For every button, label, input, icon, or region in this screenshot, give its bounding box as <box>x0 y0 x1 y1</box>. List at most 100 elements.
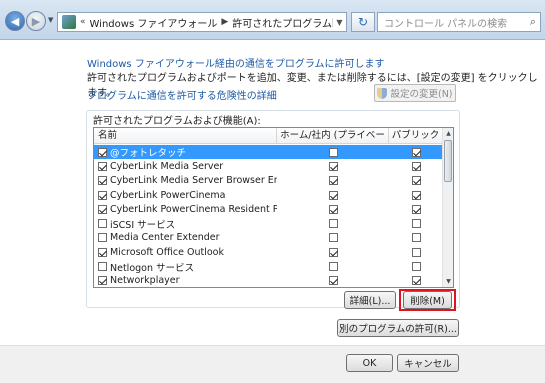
column-header-public[interactable]: パブリック <box>389 128 443 144</box>
program-enabled-checkbox[interactable] <box>98 247 107 257</box>
cancel-button[interactable]: キャンセル <box>397 354 459 372</box>
list-item[interactable]: CyberLink Media Server <box>94 159 443 173</box>
program-enabled-checkbox[interactable] <box>98 276 107 286</box>
refresh-button[interactable]: ↻ <box>351 12 375 32</box>
program-name: Networkplayer <box>110 275 180 287</box>
program-name-cell: Media Center Extender <box>94 232 277 243</box>
column-header-name[interactable]: 名前 <box>94 128 277 144</box>
public-network-checkbox[interactable] <box>411 262 421 272</box>
program-enabled-checkbox[interactable] <box>98 161 107 171</box>
private-network-checkbox[interactable] <box>328 176 338 186</box>
forward-arrow-icon: ▶ <box>31 14 41 28</box>
list-rows: @フォトレタッチ CyberLink Media Server CyberLink … <box>94 145 443 287</box>
program-name: CyberLink Media Server Browser Engine <box>110 175 277 187</box>
program-enabled-checkbox[interactable] <box>98 219 107 229</box>
private-cell <box>277 233 389 243</box>
private-cell <box>277 219 389 229</box>
private-network-checkbox[interactable] <box>328 219 338 229</box>
list-item[interactable]: Networkplayer <box>94 274 443 287</box>
list-item[interactable]: Microsoft Office Outlook <box>94 245 443 259</box>
program-name: CyberLink PowerCinema Resident Program <box>110 203 277 215</box>
program-name-cell: CyberLink Media Server <box>94 161 277 172</box>
private-cell <box>277 262 389 272</box>
uac-shield-icon <box>377 87 388 99</box>
program-name: Media Center Extender <box>110 232 220 244</box>
column-header-private[interactable]: ホーム/社内 (プライベート) <box>277 128 389 157</box>
ok-button[interactable]: OK <box>346 354 393 372</box>
public-network-checkbox[interactable] <box>411 147 421 157</box>
private-network-checkbox[interactable] <box>328 247 338 257</box>
search-icon[interactable]: ⌕ <box>530 15 536 29</box>
private-network-checkbox[interactable] <box>328 147 338 157</box>
public-network-checkbox[interactable] <box>411 204 421 214</box>
public-cell <box>389 176 443 186</box>
list-scrollbar[interactable]: ▲ ▼ <box>442 128 453 287</box>
allow-another-program-button[interactable]: 別のプログラムの許可(R)... <box>337 319 459 337</box>
private-network-checkbox[interactable] <box>328 276 338 286</box>
search-input[interactable]: コントロール パネルの検索 ⌕ <box>377 12 541 32</box>
program-name-cell: Networkplayer <box>94 275 277 286</box>
private-cell <box>277 161 389 171</box>
public-cell <box>389 247 443 257</box>
public-network-checkbox[interactable] <box>411 247 421 257</box>
list-item[interactable]: Media Center Extender <box>94 231 443 245</box>
address-dropdown-icon[interactable]: ▼ <box>332 17 346 27</box>
public-network-checkbox[interactable] <box>411 161 421 171</box>
private-cell <box>277 176 389 186</box>
details-button[interactable]: 詳細(L)... <box>344 291 396 309</box>
private-network-checkbox[interactable] <box>328 233 338 243</box>
program-name-cell: Microsoft Office Outlook <box>94 247 277 258</box>
public-cell <box>389 204 443 214</box>
change-settings-button[interactable]: 設定の変更(N) <box>374 84 456 102</box>
private-cell <box>277 247 389 257</box>
public-cell <box>389 161 443 171</box>
public-cell <box>389 276 443 286</box>
scroll-up-icon[interactable]: ▲ <box>443 128 453 139</box>
program-name: CyberLink PowerCinema <box>110 189 226 201</box>
list-header: 名前 ホーム/社内 (プライベート) パブリック <box>94 128 443 157</box>
risk-details-link[interactable]: プログラムに通信を許可する危険性の詳細 <box>87 87 277 102</box>
public-cell <box>389 262 443 272</box>
program-enabled-checkbox[interactable] <box>98 204 107 214</box>
scroll-down-icon[interactable]: ▼ <box>443 276 453 287</box>
breadcrumb[interactable]: « Windows ファイアウォール ▶ 許可されたプログラム ▼ <box>57 12 347 32</box>
list-item[interactable]: CyberLink PowerCinema Resident Program <box>94 202 443 216</box>
recent-pages-dropdown-icon[interactable]: ▼ <box>48 16 53 24</box>
allowed-programs-label: 許可されたプログラムおよび機能(A): <box>93 116 261 127</box>
page-title: Windows ファイアウォール経由の通信をプログラムに許可します <box>87 59 385 70</box>
program-enabled-checkbox[interactable] <box>98 190 107 200</box>
private-cell <box>277 147 389 157</box>
breadcrumb-separator-icon[interactable]: ▶ <box>221 17 228 27</box>
allowed-programs-list[interactable]: 名前 ホーム/社内 (プライベート) パブリック @フォトレタッチCyberLi… <box>93 127 454 288</box>
program-name: Microsoft Office Outlook <box>110 246 224 258</box>
private-network-checkbox[interactable] <box>328 262 338 272</box>
path-overflow[interactable]: « <box>80 17 86 27</box>
back-button[interactable]: ◀ <box>5 11 25 31</box>
program-enabled-checkbox[interactable] <box>98 233 107 243</box>
program-name: Netlogon サービス <box>110 262 195 274</box>
public-network-checkbox[interactable] <box>411 219 421 229</box>
private-network-checkbox[interactable] <box>328 161 338 171</box>
list-item[interactable]: CyberLink Media Server Browser Engine <box>94 174 443 188</box>
program-enabled-checkbox[interactable] <box>98 176 107 186</box>
public-network-checkbox[interactable] <box>411 276 421 286</box>
forward-button[interactable]: ▶ <box>26 11 46 31</box>
program-name-cell: CyberLink PowerCinema <box>94 190 277 201</box>
list-item[interactable]: iSCSI サービス <box>94 216 443 231</box>
list-item[interactable]: CyberLink PowerCinema <box>94 188 443 202</box>
list-item[interactable]: @フォトレタッチ <box>94 145 443 160</box>
public-network-checkbox[interactable] <box>411 233 421 243</box>
private-cell <box>277 190 389 200</box>
back-arrow-icon: ◀ <box>10 14 20 28</box>
private-network-checkbox[interactable] <box>328 190 338 200</box>
scroll-thumb[interactable] <box>444 140 452 182</box>
breadcrumb-firewall[interactable]: Windows ファイアウォール <box>90 15 218 30</box>
public-network-checkbox[interactable] <box>411 176 421 186</box>
program-enabled-checkbox[interactable] <box>98 147 107 157</box>
list-item[interactable]: Netlogon サービス <box>94 259 443 274</box>
public-network-checkbox[interactable] <box>411 190 421 200</box>
dialog-footer <box>0 346 545 383</box>
private-network-checkbox[interactable] <box>328 204 338 214</box>
breadcrumb-allowed-programs[interactable]: 許可されたプログラム <box>232 15 332 30</box>
program-enabled-checkbox[interactable] <box>98 262 107 272</box>
